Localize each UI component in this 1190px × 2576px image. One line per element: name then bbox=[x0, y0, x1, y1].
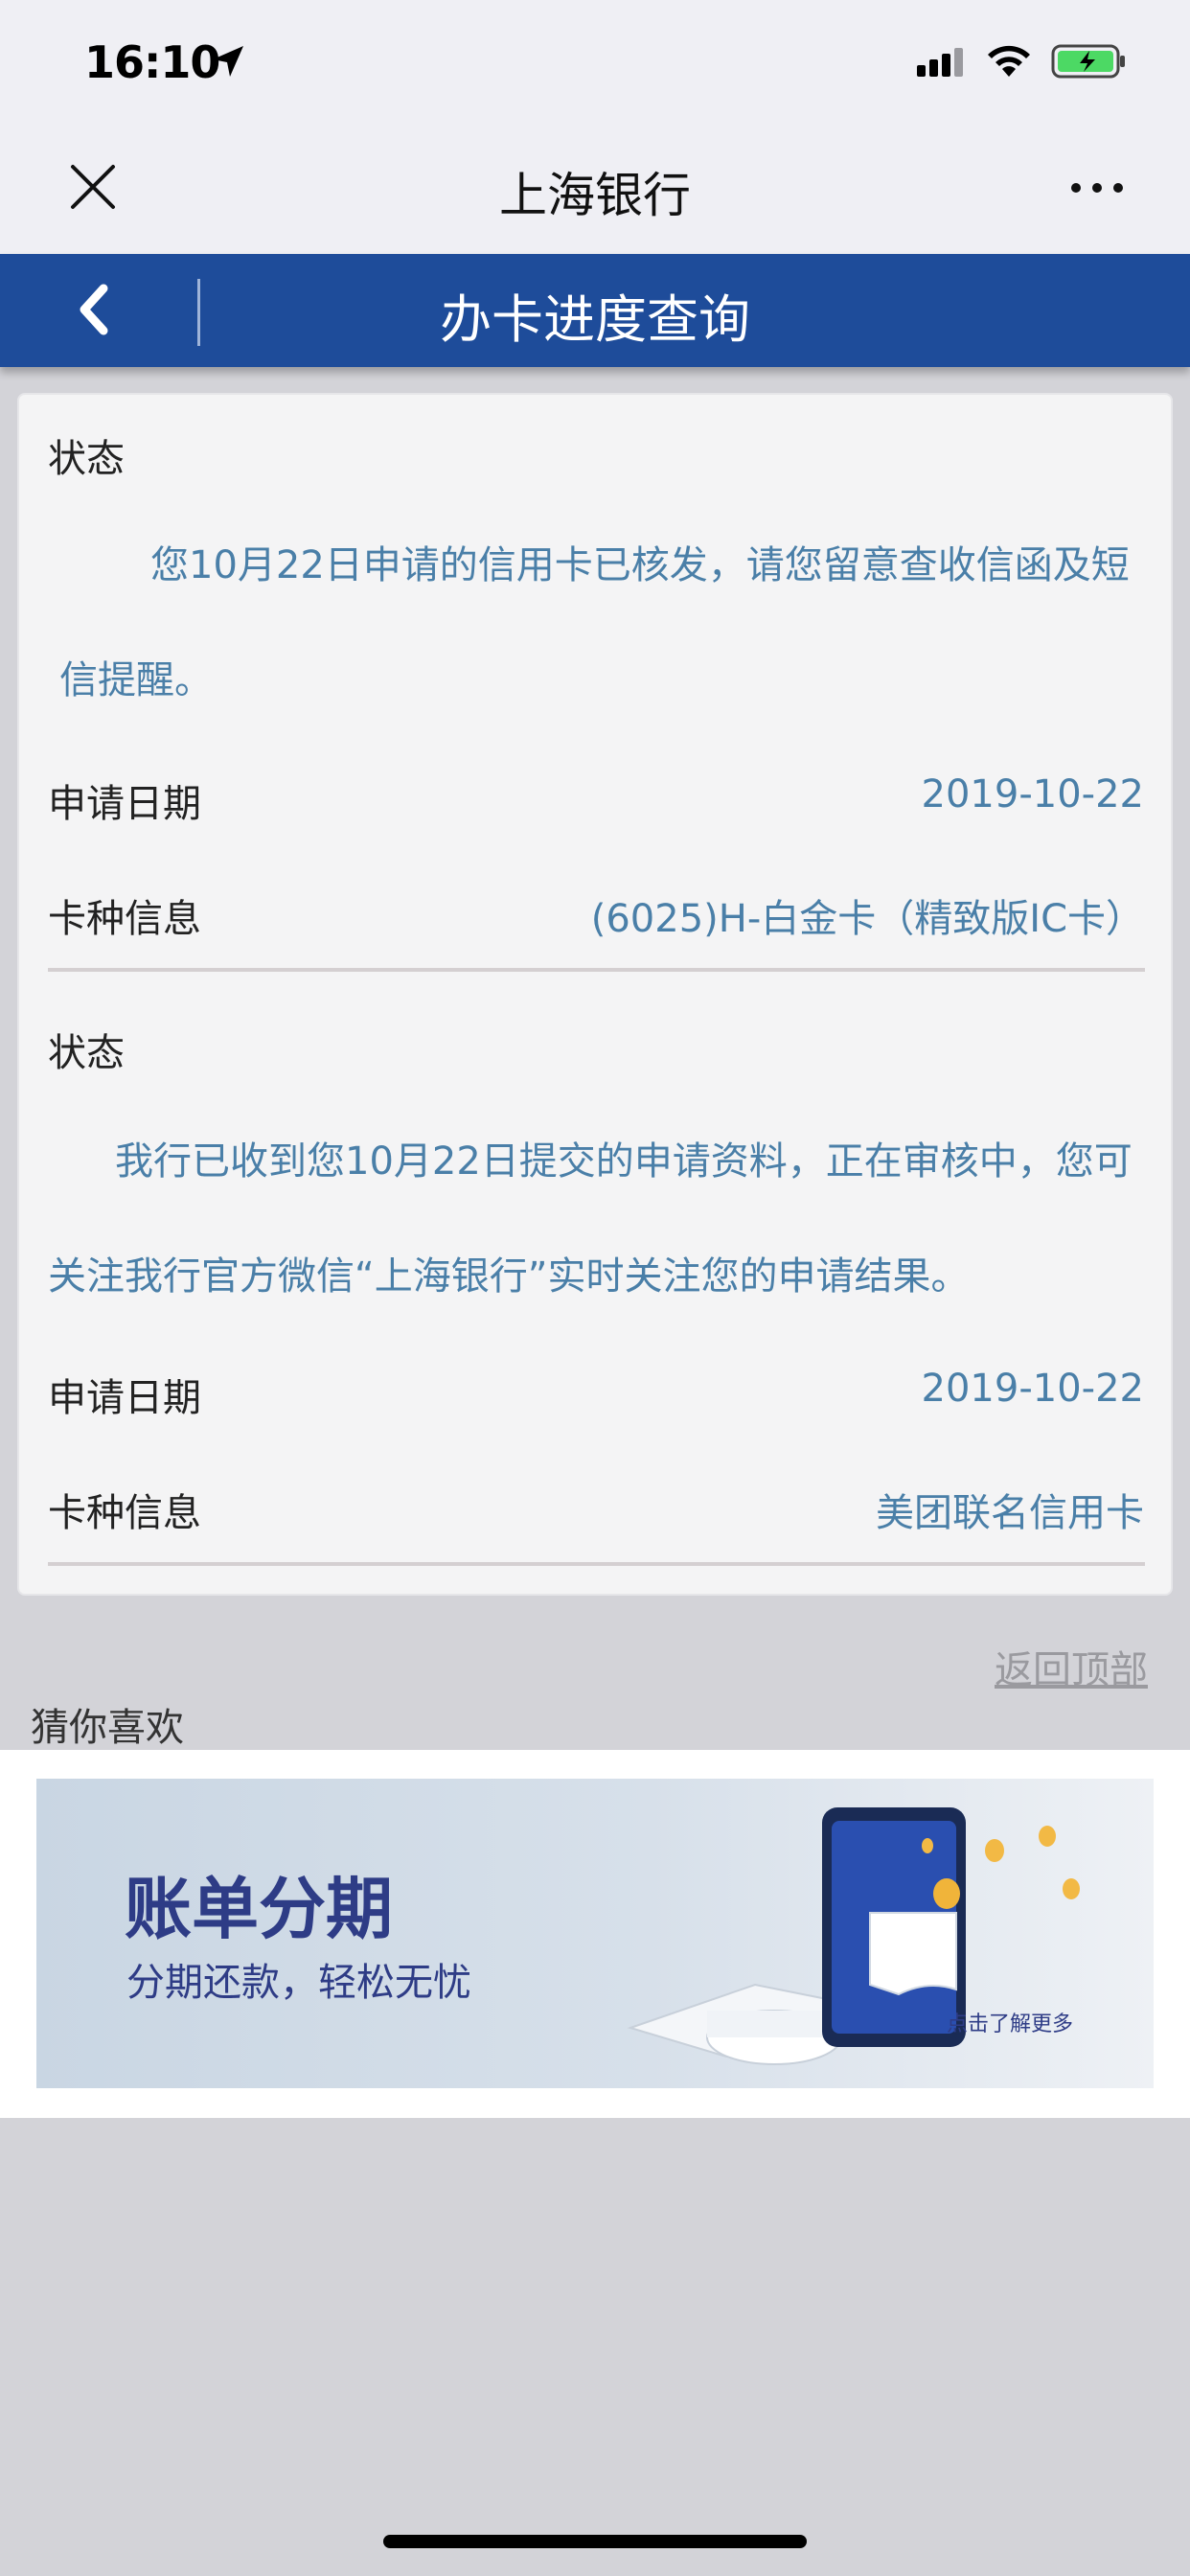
banner-learn-more: 点击了解更多 bbox=[947, 2012, 1074, 2036]
progress-card: 状态 您10月22日申请的信用卡已核发，请您留意查收信函及短信提醒。 申请日期 … bbox=[17, 393, 1173, 1596]
status-bar: 16:10 bbox=[0, 0, 1190, 129]
status-label: 状态 bbox=[48, 437, 125, 481]
status-label: 状态 bbox=[48, 1031, 125, 1075]
cellular-signal-icon bbox=[917, 48, 963, 77]
card-type-label: 卡种信息 bbox=[48, 897, 201, 941]
wifi-icon bbox=[988, 45, 1030, 77]
phone-bill-illustration-icon bbox=[627, 1807, 1080, 2065]
banner-title: 账单分期 bbox=[125, 1870, 393, 1948]
page-header: 办卡进度查询 bbox=[0, 254, 1190, 367]
more-icon[interactable] bbox=[1068, 176, 1126, 199]
status-message: 我行已收到您10月22日提交的申请资料，正在审核中，您可关注我行官方微信“上海银… bbox=[48, 1139, 1133, 1299]
installment-banner[interactable]: 账单分期 分期还款，轻松无忧 点击了解更多 bbox=[36, 1779, 1154, 2088]
record-separator bbox=[48, 1562, 1145, 1566]
battery-charging-icon bbox=[1051, 44, 1125, 79]
card-type-value: (6025)H-白金卡（精致版IC卡） bbox=[590, 897, 1144, 941]
record-separator bbox=[48, 968, 1145, 972]
location-arrow-icon bbox=[213, 46, 243, 77]
card-type-value: 美团联名信用卡 bbox=[876, 1491, 1144, 1535]
recommend-section: 账单分期 分期还款，轻松无忧 点击了解更多 bbox=[0, 1750, 1190, 2118]
back-to-top-link[interactable]: 返回顶部 bbox=[995, 1639, 1148, 1694]
nav-title: 上海银行 bbox=[499, 168, 691, 223]
status-message: 您10月22日申请的信用卡已核发，请您留意查收信函及短信提醒。 bbox=[59, 543, 1130, 702]
home-indicator bbox=[383, 2535, 807, 2548]
page-title: 办卡进度查询 bbox=[440, 289, 750, 350]
banner-subtitle: 分期还款，轻松无忧 bbox=[126, 1961, 471, 2005]
apply-date-value: 2019-10-22 bbox=[921, 1367, 1144, 1411]
recommend-label: 猜你喜欢 bbox=[31, 1706, 184, 1750]
card-type-label: 卡种信息 bbox=[48, 1491, 201, 1535]
apply-date-value: 2019-10-22 bbox=[921, 772, 1144, 816]
apply-date-label: 申请日期 bbox=[48, 1376, 201, 1420]
apply-date-label: 申请日期 bbox=[48, 782, 201, 826]
status-time: 16:10 bbox=[84, 36, 220, 88]
